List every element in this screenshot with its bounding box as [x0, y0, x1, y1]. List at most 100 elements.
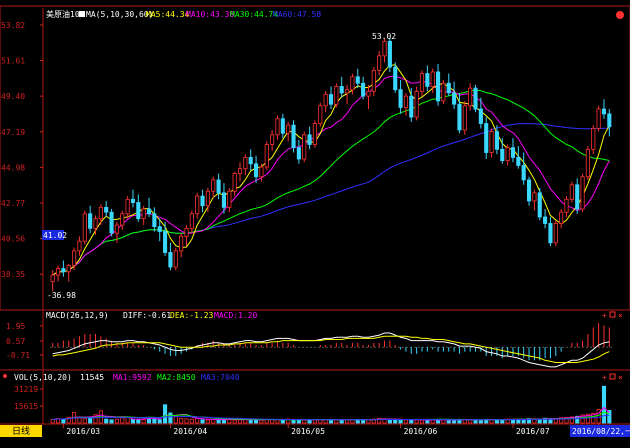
ma30-line	[52, 89, 610, 276]
candle-body	[189, 213, 194, 229]
candle-body	[334, 86, 339, 105]
candle-body	[521, 165, 526, 181]
candle-body	[104, 206, 109, 213]
candle-body	[291, 124, 296, 149]
candle-body	[205, 190, 210, 207]
vol-maximize-icon[interactable]	[609, 373, 616, 380]
candle-body	[141, 208, 146, 220]
candle-body	[457, 103, 462, 131]
volume-bar	[361, 419, 366, 424]
x-tick-label: 2016/06	[404, 427, 438, 436]
candle-body	[130, 198, 136, 203]
candle-body	[569, 184, 574, 200]
vol-close-icon[interactable]: ×	[618, 373, 623, 382]
macd-dea-line	[52, 335, 610, 363]
candle-body	[259, 166, 264, 178]
vol-marker-icon	[3, 374, 7, 378]
candle-body	[591, 127, 596, 150]
main-panel-frame	[0, 5, 630, 311]
candle-body	[125, 198, 130, 215]
candle-body	[350, 76, 355, 91]
macd-tick-label: 0.57	[6, 337, 25, 346]
volume-bar	[280, 419, 285, 424]
candle-body	[532, 192, 537, 202]
ma5-value: MA5:44.34	[146, 10, 190, 19]
macd-tick-label: -0.71	[6, 351, 30, 360]
candle-body	[163, 231, 168, 253]
volume-bar	[114, 418, 119, 424]
candle-body	[355, 76, 360, 84]
candle-body	[377, 55, 382, 71]
volume-bar	[419, 419, 425, 424]
ma60-line	[52, 122, 610, 276]
volume-bar	[232, 419, 237, 424]
vol-ma1-value: MA1:9592	[113, 373, 152, 382]
candle-body	[120, 213, 125, 226]
candle-body	[409, 95, 414, 118]
candle-body	[157, 226, 162, 232]
volume-bar	[189, 418, 194, 424]
volume-bar	[275, 419, 280, 424]
candle-body	[580, 176, 585, 210]
kline-chart-window: 美原油10 MA(5,10,30,60) MA5:44.34 MA10:43.3…	[0, 0, 630, 448]
macd-close-icon[interactable]: ×	[618, 311, 623, 320]
volume-bar	[157, 419, 162, 424]
candle-body	[237, 168, 243, 174]
macd-diff-value: DIFF:-0.61	[123, 311, 171, 320]
candle-body	[184, 227, 189, 237]
candle-body	[601, 108, 607, 115]
candle-body	[168, 252, 173, 268]
y-tick-label: 47.19	[1, 128, 25, 137]
candle-body	[98, 206, 103, 220]
candle-body	[275, 118, 280, 136]
vol-tick-label: 31219	[14, 385, 38, 394]
vol-add-icon[interactable]: +	[602, 373, 607, 382]
volume-bar	[344, 419, 350, 424]
y-tick-label: 38.35	[1, 270, 25, 279]
candle-body	[430, 71, 435, 87]
volume-bar	[205, 419, 210, 424]
volume-bar	[50, 419, 55, 424]
macd-maximize-icon[interactable]	[609, 311, 616, 318]
candle-body	[270, 134, 275, 145]
volume-bar	[446, 419, 451, 424]
y-tick-label: 44.98	[1, 163, 25, 172]
y-tick-label: 42.77	[1, 199, 25, 208]
volume-bar	[211, 419, 216, 424]
volume-bar	[152, 418, 157, 424]
candle-body	[307, 134, 312, 145]
x-tick-label: 2016/07	[516, 427, 550, 436]
volume-bar	[173, 415, 178, 424]
macd-diff-line	[52, 332, 610, 368]
volume-bar	[104, 418, 109, 424]
candle-body	[414, 90, 419, 118]
volume-bar	[248, 419, 253, 424]
vol-params: VOL(5,10,20)	[14, 373, 72, 382]
candle-body	[232, 173, 237, 192]
close-panel-icon[interactable]	[616, 11, 624, 19]
volume-bar	[403, 419, 408, 424]
candle-body	[510, 147, 516, 158]
candle-body	[398, 89, 403, 108]
candle-body	[478, 108, 483, 124]
candle-body	[425, 73, 430, 87]
candle-body	[393, 66, 398, 91]
candle-body	[146, 208, 152, 215]
candle-body	[179, 235, 184, 252]
volume-bar	[296, 419, 301, 424]
macd-params: MACD(26,12,9)	[46, 311, 109, 320]
volume-bar	[494, 419, 499, 424]
volume-bar	[302, 419, 307, 424]
symbol-name: 美原油10	[46, 9, 80, 19]
candle-body	[526, 179, 532, 202]
candle-body	[403, 95, 408, 108]
x-tick-label: 2016/04	[173, 427, 207, 436]
candle-body	[243, 156, 248, 170]
macd-add-icon[interactable]: +	[602, 311, 607, 320]
candle-body	[553, 223, 558, 244]
high-annotation: 53.02	[372, 32, 396, 41]
candle-body	[344, 89, 350, 94]
candle-body	[264, 144, 269, 168]
legend-square-icon	[79, 11, 85, 17]
candle-body	[537, 192, 542, 218]
